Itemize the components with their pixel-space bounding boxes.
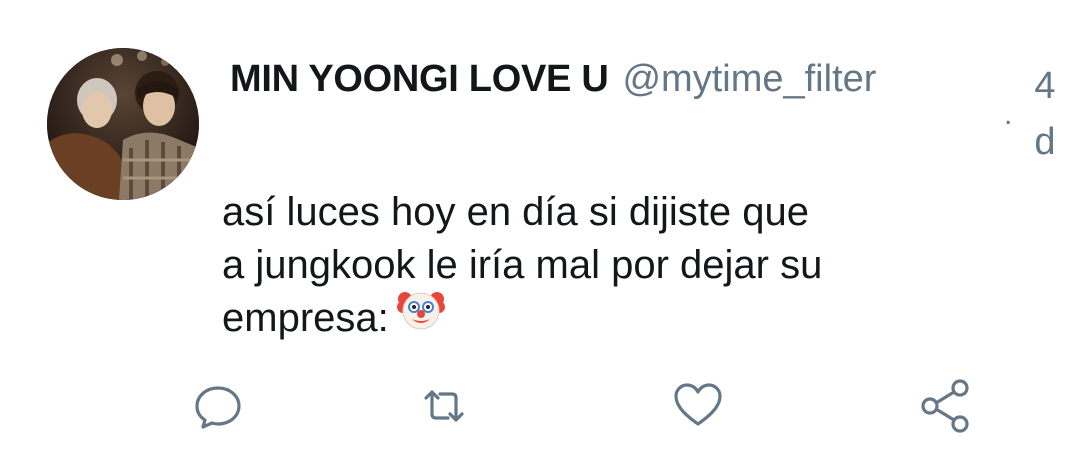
tweet-text-line: empresa: [222, 292, 982, 347]
timestamp[interactable]: 4d [1028, 58, 1062, 170]
reply-icon [195, 386, 241, 429]
display-name[interactable]: MIN YOONGI LOVE U [230, 58, 609, 100]
avatar-photo [47, 48, 199, 200]
tweet-text-line: a jungkook le iría mal por dejar su [222, 243, 823, 287]
like-icon [674, 383, 722, 426]
share-button[interactable] [918, 378, 974, 434]
tweet-text-line: así luces hoy en día si dijiste que [222, 190, 810, 234]
reply-button[interactable] [190, 378, 246, 434]
retweet-button[interactable] [416, 378, 472, 434]
like-button[interactable] [670, 378, 726, 434]
retweet-icon [424, 390, 464, 422]
separator-dot: . [1004, 98, 1013, 131]
clown-face-emoji [396, 285, 445, 347]
avatar[interactable] [47, 48, 199, 200]
user-handle[interactable]: @mytime_filter [622, 58, 876, 100]
tweet-text: así luces hoy en día si dijiste que a ju… [222, 186, 982, 347]
tweet-header: MIN YOONGI LOVE U @mytime_filter [230, 58, 876, 114]
share-icon [921, 379, 969, 433]
